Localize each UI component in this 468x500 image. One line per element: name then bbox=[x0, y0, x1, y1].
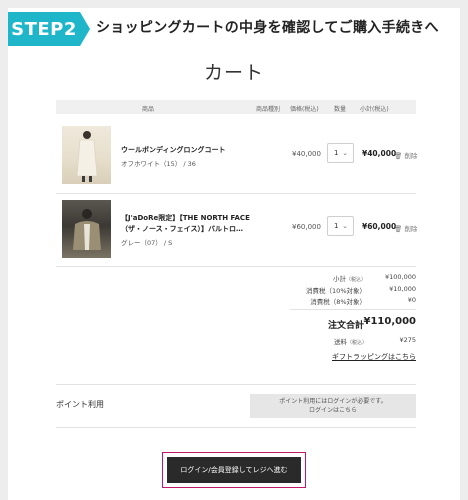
item-subtotal: ¥60,000 bbox=[362, 222, 397, 231]
row-divider bbox=[56, 266, 416, 267]
shipping-label-text: 送料 bbox=[334, 338, 347, 346]
jacket-image-icon bbox=[73, 209, 101, 250]
trash-icon: 🗑 bbox=[394, 225, 403, 233]
item-variant: オフホワイト（15） / 36 bbox=[121, 160, 196, 168]
subtotal-label: 小計（税込） bbox=[333, 273, 366, 283]
item-price: ¥60,000 bbox=[292, 223, 321, 231]
quantity-value: 1 bbox=[334, 149, 339, 157]
header-product: 商品 bbox=[142, 106, 155, 113]
shipping-value: ¥275 bbox=[399, 336, 416, 344]
header-subtotal: 小計(税込) bbox=[360, 106, 389, 113]
step-arrow-icon bbox=[80, 12, 90, 46]
subtotal-tax-note: （税込） bbox=[345, 277, 366, 283]
shipping-label: 送料（税込） bbox=[334, 336, 367, 346]
points-login-notice[interactable]: ポイント利用にはログインが必要です。 ログインはこちら bbox=[250, 394, 416, 418]
subtotal-label-text: 小計 bbox=[332, 275, 346, 283]
product-image[interactable] bbox=[62, 126, 111, 184]
product-image[interactable] bbox=[62, 200, 111, 258]
points-login-link[interactable]: ログインはこちら bbox=[250, 406, 416, 415]
tax10-value: ¥10,000 bbox=[389, 285, 416, 293]
shipping-tax-note: （税込） bbox=[347, 340, 368, 346]
chevron-down-icon: ⌄ bbox=[342, 222, 348, 230]
grand-total-value: ¥110,000 bbox=[363, 316, 416, 327]
cart-table-header: 商品 商品種別 価格(税込) 数量 小計(税込) bbox=[56, 100, 416, 114]
tax8-value: ¥0 bbox=[407, 296, 416, 304]
item-subtotal: ¥40,000 bbox=[362, 149, 397, 158]
row-divider bbox=[56, 193, 416, 194]
tax8-label: 消費税（8%対象） bbox=[310, 298, 366, 306]
section-divider bbox=[56, 427, 416, 428]
points-notice-line1: ポイント利用にはログインが必要です。 bbox=[279, 398, 387, 405]
step-badge: STEP2 bbox=[8, 12, 80, 46]
coat-image-icon bbox=[76, 131, 98, 182]
header-variant: 商品種別 bbox=[256, 106, 281, 113]
points-label: ポイント利用 bbox=[56, 400, 104, 409]
section-divider bbox=[56, 384, 416, 385]
grand-total-label: 注文合計 bbox=[328, 321, 365, 331]
subtotal-value: ¥100,000 bbox=[384, 273, 416, 281]
totals-divider bbox=[290, 309, 416, 310]
login-register-checkout-button[interactable]: ログイン/会員登録してレジへ進む bbox=[167, 457, 301, 483]
trash-icon: 🗑 bbox=[394, 152, 403, 160]
chevron-down-icon: ⌄ bbox=[342, 149, 348, 157]
item-name[interactable]: ウールボンディングロングコート bbox=[121, 145, 226, 155]
header-qty: 数量 bbox=[334, 106, 347, 113]
tax10-label: 消費税（10%対象） bbox=[306, 287, 366, 295]
delete-button[interactable]: 🗑 削除 bbox=[394, 223, 417, 233]
gift-wrapping-link[interactable]: ギフトラッピングはこちら bbox=[332, 352, 416, 362]
quantity-select[interactable]: 1 ⌄ bbox=[327, 143, 354, 163]
delete-button[interactable]: 🗑 削除 bbox=[394, 150, 417, 160]
header-price: 価格(税込) bbox=[290, 106, 319, 113]
quantity-value: 1 bbox=[334, 222, 339, 230]
item-name[interactable]: 【J'aDoRe限定】【THE NORTH FACE bbox=[121, 213, 250, 223]
item-variant: グレー（07） / S bbox=[121, 239, 173, 247]
item-price: ¥40,000 bbox=[292, 150, 321, 158]
page-title: カート bbox=[203, 62, 264, 84]
delete-label: 削除 bbox=[404, 152, 418, 160]
delete-label: 削除 bbox=[404, 225, 418, 233]
step-title: ショッピングカートの中身を確認してご購入手続きへ bbox=[96, 20, 439, 36]
quantity-select[interactable]: 1 ⌄ bbox=[327, 216, 354, 236]
item-name-line2[interactable]: （ザ・ノース・フェイス）】バルトロ… bbox=[121, 224, 243, 234]
